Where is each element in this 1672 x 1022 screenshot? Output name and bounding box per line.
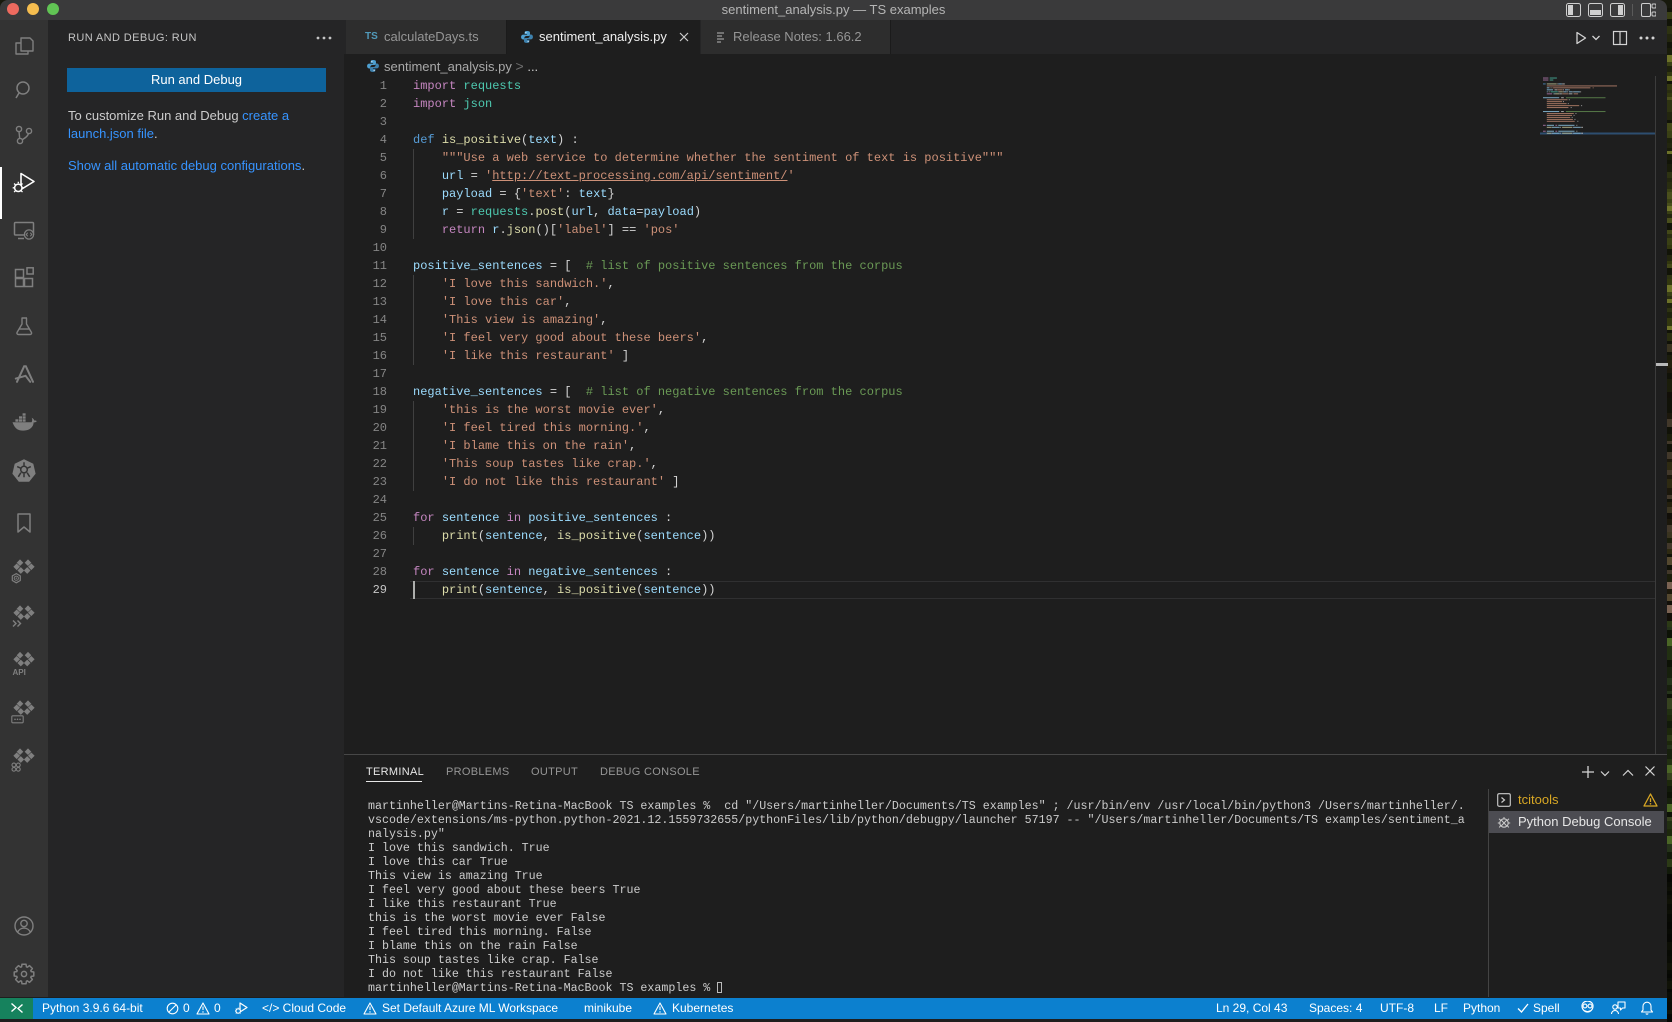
svg-text:API: API bbox=[13, 668, 26, 677]
